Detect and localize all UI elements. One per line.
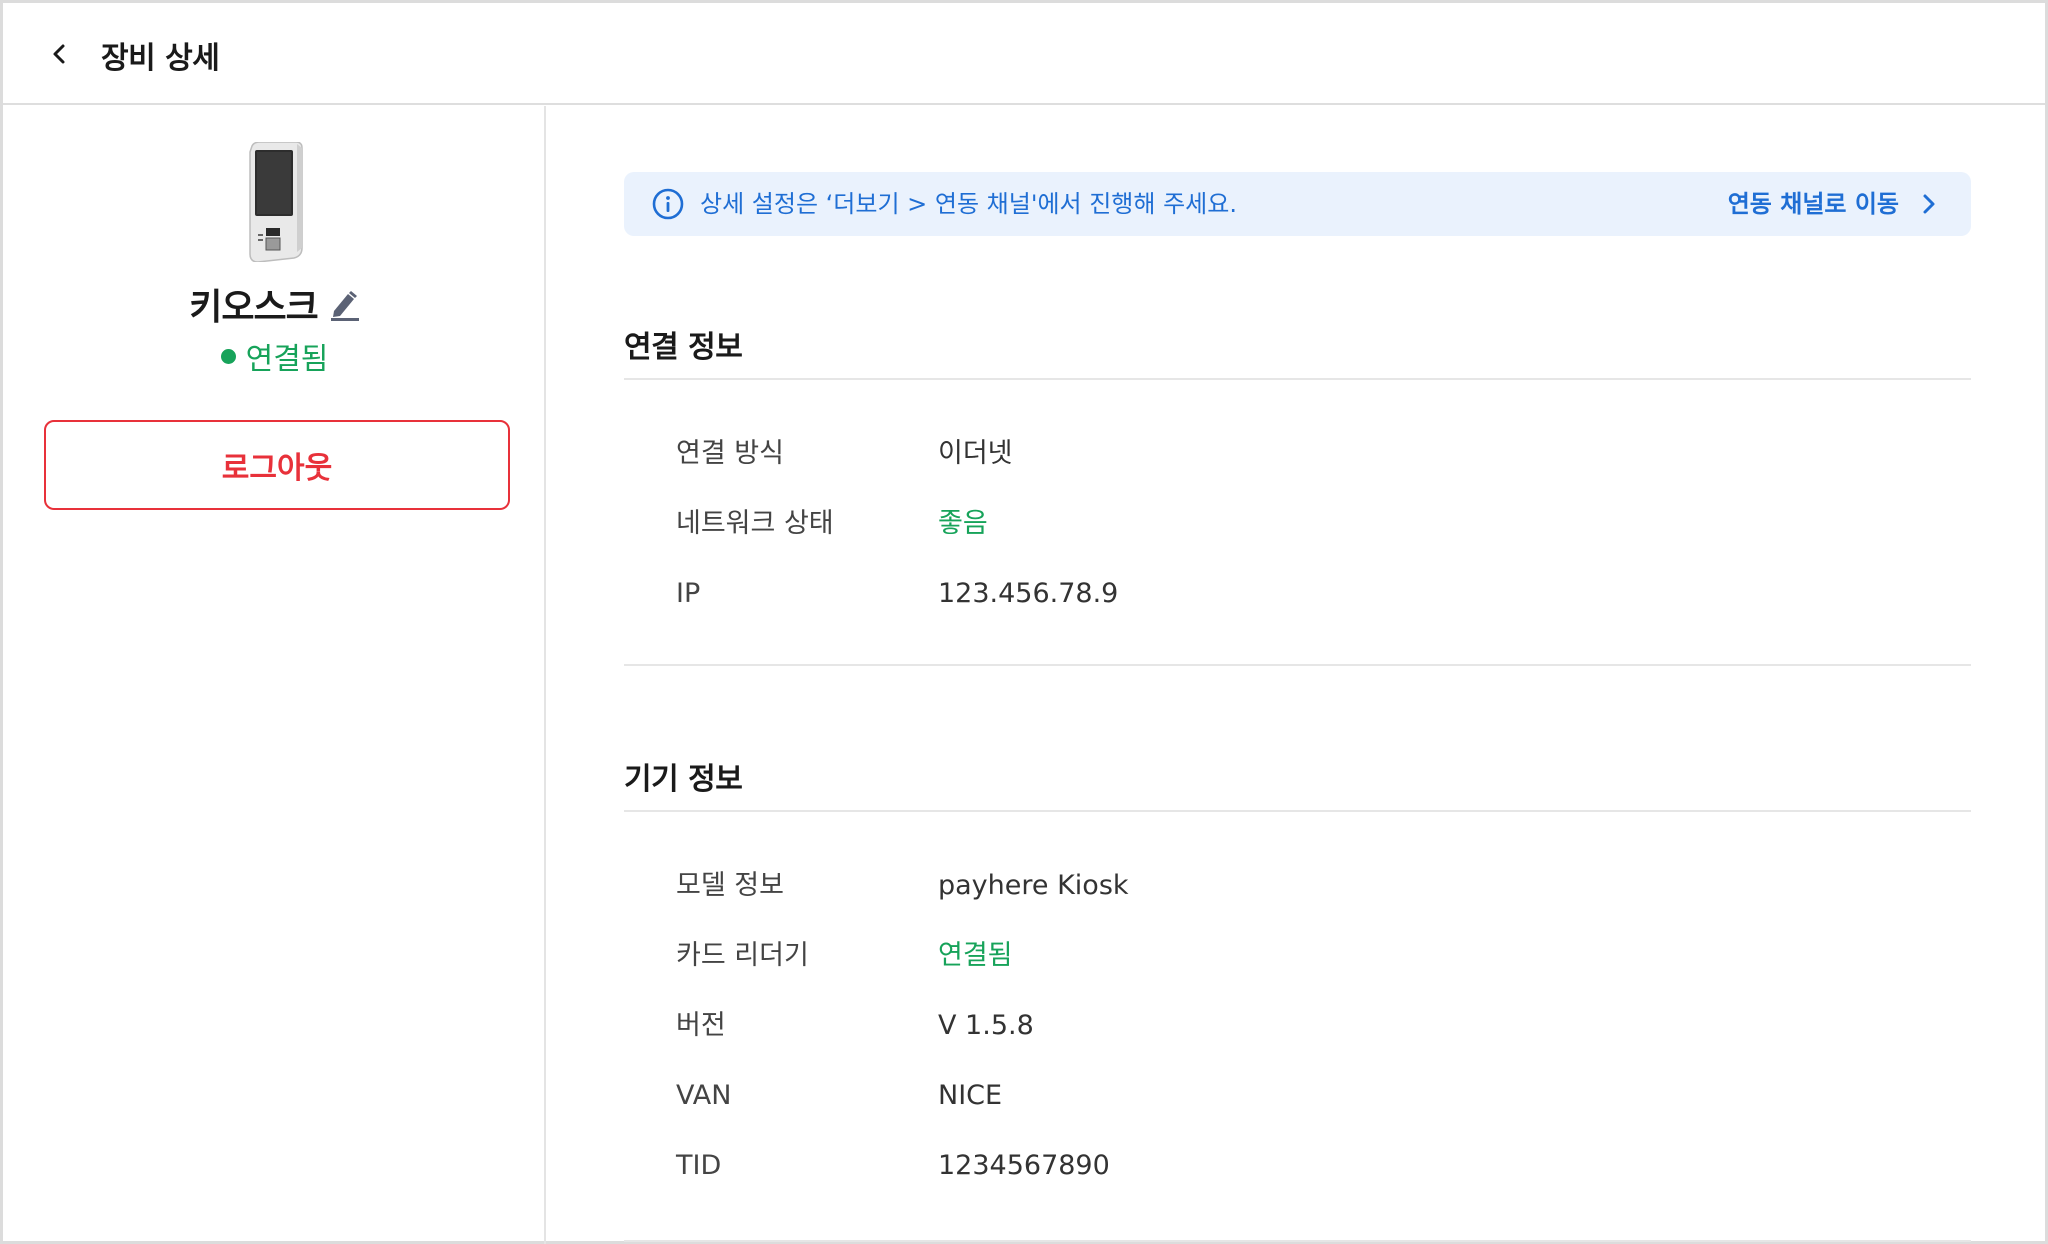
section-title: 연결 정보 (624, 330, 743, 365)
connection-info-section: 연결 정보 연결 방식 이더넷 네트워크 상태 좋음 IP 123.456.78… (624, 322, 1971, 622)
detail-panel: 상세 설정은 ‘더보기 > 연동 채널'에서 진행해 주세요. 연동 채널로 이… (548, 106, 2045, 1244)
back-button[interactable] (43, 37, 77, 71)
row-label: VAN (676, 1080, 732, 1111)
connection-status: 연결됨 (3, 334, 546, 378)
status-text: 연결됨 (245, 342, 329, 377)
row-label: 버전 (676, 1010, 726, 1041)
divider (624, 1240, 1971, 1242)
info-banner: 상세 설정은 ‘더보기 > 연동 채널'에서 진행해 주세요. 연동 채널로 이… (624, 172, 1971, 236)
row-label: TID (676, 1150, 722, 1181)
row-label: 연결 방식 (676, 438, 784, 469)
row-label: IP (676, 578, 701, 609)
chevron-left-icon (53, 44, 65, 64)
row-value: 123.456.78.9 (938, 578, 1119, 609)
banner-message: 상세 설정은 ‘더보기 > 연동 채널'에서 진행해 주세요. (700, 190, 1237, 218)
row-label: 모델 정보 (676, 870, 784, 901)
row-value: 1234567890 (938, 1150, 1110, 1181)
section-title: 기기 정보 (624, 762, 743, 797)
row-label: 네트워크 상태 (676, 508, 834, 539)
status-dot-icon (220, 348, 236, 364)
pencil-icon[interactable] (328, 287, 360, 321)
divider (624, 378, 1971, 380)
row-value: V 1.5.8 (938, 1010, 1034, 1041)
divider (624, 664, 1971, 666)
top-bar: 장비 상세 (3, 3, 2045, 105)
row-value: payhere Kiosk (938, 870, 1129, 901)
device-name: 키오스크 (189, 287, 318, 328)
row-value: 이더넷 (938, 438, 1013, 469)
kiosk-device-image (249, 142, 303, 262)
row-value: 연결됨 (938, 940, 1013, 971)
go-to-channel-label: 연동 채널로 이동 (1727, 190, 1899, 218)
app-window: 장비 상세 키오스크 연결됨 로그아웃 상세 설정은 ‘더보기 > 연동 채널'… (0, 0, 2048, 1244)
divider (624, 810, 1971, 812)
device-name-row: 키오스크 (3, 278, 546, 330)
chevron-right-icon (1923, 194, 1935, 214)
logout-button[interactable]: 로그아웃 (44, 420, 510, 510)
page-title: 장비 상세 (101, 41, 220, 76)
device-info-section: 기기 정보 모델 정보 payhere Kiosk 카드 리더기 연결됨 버전 … (624, 754, 1971, 1244)
row-label: 카드 리더기 (676, 940, 809, 971)
info-icon (652, 188, 684, 220)
go-to-channel-link[interactable]: 연동 채널로 이동 (1728, 186, 1937, 222)
row-value: 좋음 (938, 508, 988, 539)
device-sidebar: 키오스크 연결됨 로그아웃 (3, 106, 546, 1244)
row-value: NICE (938, 1080, 1003, 1111)
